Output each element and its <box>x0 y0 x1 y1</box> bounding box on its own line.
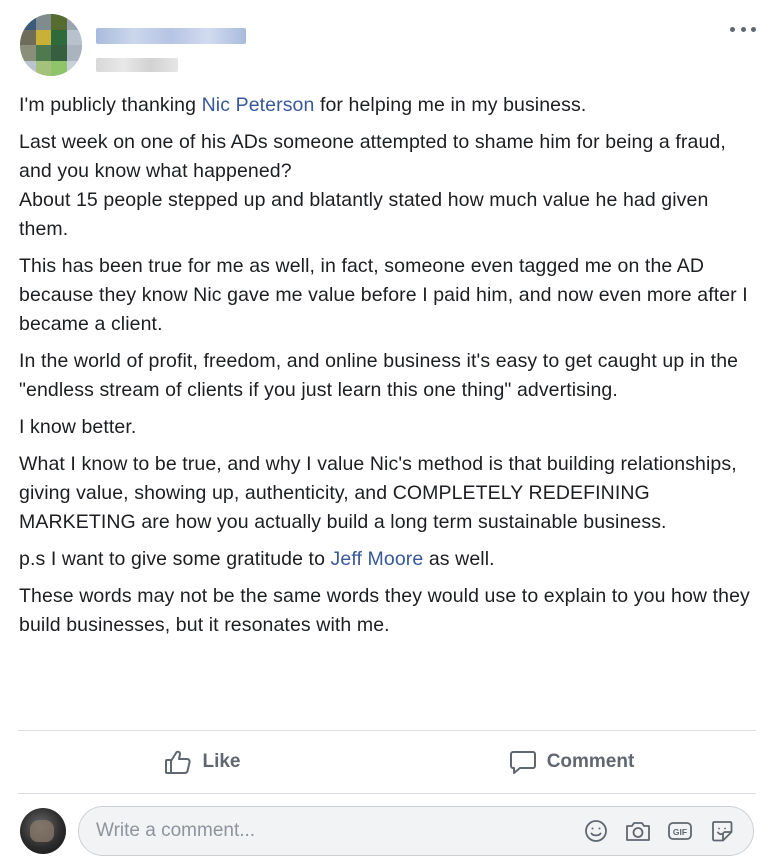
sticker-button[interactable] <box>709 818 735 844</box>
post-text: What I know to be true, and why I value … <box>19 453 737 533</box>
current-user-avatar[interactable] <box>20 808 66 854</box>
post-text: as well. <box>423 548 495 570</box>
emoji-button[interactable] <box>583 818 609 844</box>
post-paragraph: p.s I want to give some gratitude to Jef… <box>19 545 759 574</box>
actions-divider-bottom <box>18 793 756 794</box>
mention-link[interactable]: Jeff Moore <box>331 548 424 570</box>
mention-link[interactable]: Nic Peterson <box>202 94 315 116</box>
gif-button[interactable]: GIF <box>667 818 693 844</box>
more-options-icon <box>730 26 735 32</box>
author-avatar[interactable] <box>20 14 82 76</box>
post-text: I'm publicly thanking <box>19 94 202 116</box>
comment-tools: GIF <box>583 818 753 844</box>
gif-icon: GIF <box>668 822 692 840</box>
post-text: p.s I want to give some gratitude to <box>19 548 331 570</box>
sticker-icon <box>712 821 733 842</box>
comment-composer: GIF <box>78 806 754 856</box>
post-text: This has been true for me as well, in fa… <box>19 255 748 335</box>
like-button[interactable]: Like <box>18 731 387 793</box>
comment-button[interactable]: Comment <box>387 731 756 793</box>
comment-input[interactable] <box>79 806 583 856</box>
post-meta-redacted <box>96 58 178 72</box>
facebook-post: I'm publicly thanking Nic Peterson for h… <box>0 0 768 861</box>
post-paragraph: I know better. <box>19 413 759 442</box>
svg-text:GIF: GIF <box>673 827 687 837</box>
thumbs-up-icon <box>165 750 192 774</box>
more-options-button[interactable] <box>730 22 756 36</box>
post-paragraph: Last week on one of his ADs someone atte… <box>19 128 759 244</box>
post-text: I know better. <box>19 416 137 438</box>
post-actions: Like Comment <box>18 731 756 793</box>
smiley-icon <box>585 820 607 842</box>
post-paragraph: These words may not be the same words th… <box>19 582 759 640</box>
photo-button[interactable] <box>625 818 651 844</box>
post-text: These words may not be the same words th… <box>19 585 750 636</box>
comment-label: Comment <box>546 751 635 772</box>
post-text: Last week on one of his ADs someone atte… <box>19 131 726 240</box>
camera-icon <box>626 822 650 841</box>
like-label: Like <box>202 751 241 772</box>
speech-bubble-icon <box>509 751 536 774</box>
post-paragraph: This has been true for me as well, in fa… <box>19 252 759 339</box>
post-paragraph: What I know to be true, and why I value … <box>19 450 759 537</box>
post-text: In the world of profit, freedom, and onl… <box>19 350 739 401</box>
post-text: for helping me in my business. <box>314 94 587 116</box>
post-paragraph: In the world of profit, freedom, and onl… <box>19 347 759 405</box>
post-body: I'm publicly thanking Nic Peterson for h… <box>19 91 759 648</box>
author-name-redacted[interactable] <box>96 28 246 44</box>
post-paragraph: I'm publicly thanking Nic Peterson for h… <box>19 91 759 120</box>
